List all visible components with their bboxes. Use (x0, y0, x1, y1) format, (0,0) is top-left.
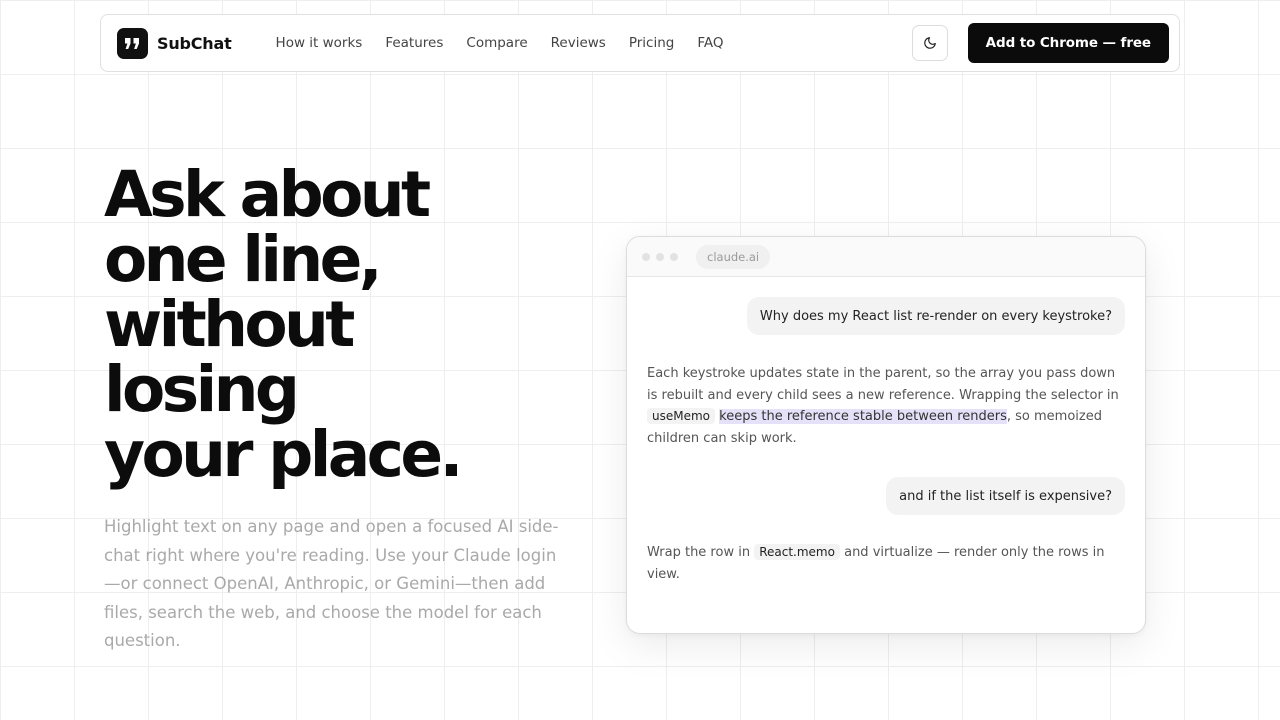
hero-subtitle: Highlight text on any page and open a fo… (104, 517, 559, 650)
assistant-message: Each keystroke updates state in the pare… (647, 363, 1125, 449)
highlighted-text[interactable]: keeps the reference stable between rende… (719, 409, 1007, 424)
top-navbar: SubChat How it works Features Compare Re… (100, 14, 1180, 72)
theme-toggle-button[interactable] (911, 25, 948, 61)
nav-link-faq[interactable]: FAQ (697, 35, 723, 51)
chat-thread: Why does my React list re-render on ever… (627, 277, 1145, 585)
hero-title-line: Ask about (104, 158, 431, 231)
nav-link-features[interactable]: Features (385, 35, 443, 51)
browser-mockup: claude.ai Why does my React list re-rend… (626, 236, 1146, 634)
nav-link-how-it-works[interactable]: How it works (276, 35, 363, 51)
nav-link-reviews[interactable]: Reviews (551, 35, 606, 51)
user-message: Why does my React list re-render on ever… (647, 297, 1125, 335)
hero-title-line: losing (104, 353, 300, 426)
inline-code: React.memo (754, 544, 840, 560)
browser-toolbar: claude.ai (627, 237, 1145, 277)
nav-link-pricing[interactable]: Pricing (629, 35, 675, 51)
quote-logo-icon (117, 27, 148, 59)
brand-name: SubChat (157, 33, 232, 53)
moon-icon (923, 37, 936, 49)
nav-links: How it works Features Compare Reviews Pr… (276, 35, 724, 51)
url-pill: claude.ai (696, 244, 771, 269)
window-dot-icon (670, 252, 678, 261)
user-bubble: Why does my React list re-render on ever… (746, 297, 1125, 335)
window-dot-icon (642, 252, 650, 261)
user-message: and if the list itself is expensive? (647, 477, 1125, 515)
nav-actions: Add to Chrome — free (911, 23, 1169, 63)
add-to-chrome-button[interactable]: Add to Chrome — free (967, 23, 1169, 63)
hero-title-line: one line, (104, 223, 383, 296)
brand[interactable]: SubChat (117, 27, 232, 59)
assistant-text: Each keystroke updates state in the pare… (647, 366, 1119, 403)
assistant-message: Wrap the row in React.memo and virtualiz… (647, 542, 1125, 585)
hero-title: Ask about one line, without losing your … (104, 162, 574, 487)
window-dot-icon (656, 252, 664, 261)
hero-title-line: your place. (104, 418, 463, 491)
nav-link-compare[interactable]: Compare (466, 35, 527, 51)
assistant-text: Wrap the row in (647, 545, 755, 560)
hero-title-line: without (104, 288, 355, 361)
inline-code: useMemo (647, 408, 716, 424)
user-bubble: and if the list itself is expensive? (886, 477, 1125, 515)
